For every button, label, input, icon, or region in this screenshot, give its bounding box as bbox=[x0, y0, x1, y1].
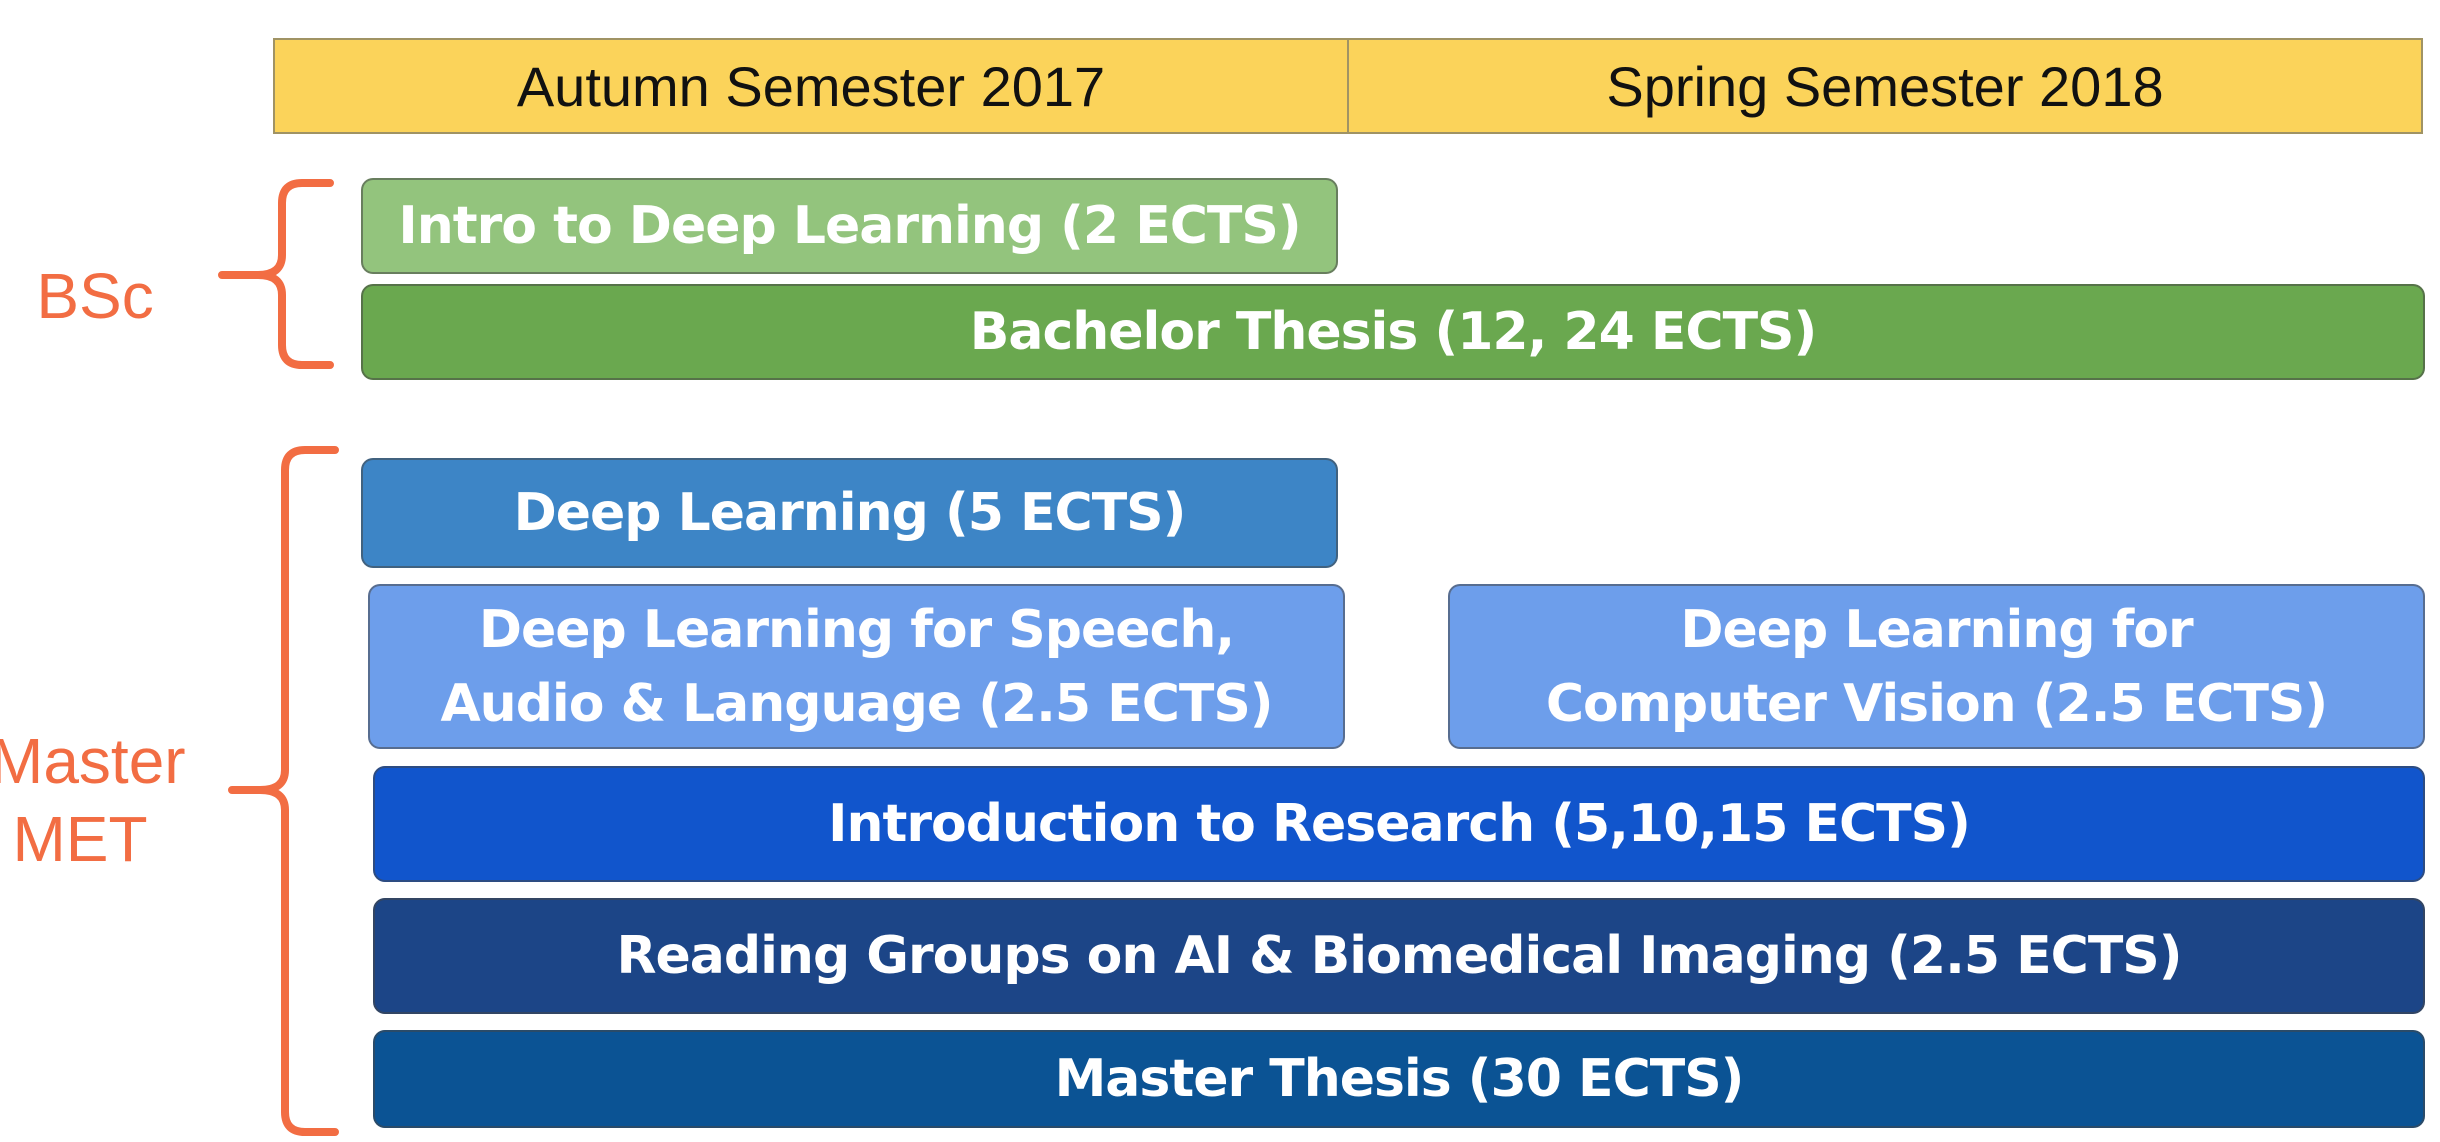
course-deep-learning: Deep Learning (5 ECTS) bbox=[361, 458, 1338, 568]
course-dl-computer-vision: Deep Learning for Computer Vision (2.5 E… bbox=[1448, 584, 2425, 749]
group-label-master: Master MET bbox=[0, 725, 186, 875]
bsc-brace bbox=[218, 179, 334, 369]
master-brace bbox=[228, 446, 339, 1136]
course-master-thesis: Master Thesis (30 ECTS) bbox=[373, 1030, 2425, 1128]
course-introduction-to-research: Introduction to Research (5,10,15 ECTS) bbox=[373, 766, 2425, 882]
group-label-bsc: BSc bbox=[36, 260, 154, 332]
course-reading-groups: Reading Groups on AI & Biomedical Imagin… bbox=[373, 898, 2425, 1014]
course-dl-speech-audio-language: Deep Learning for Speech, Audio & Langua… bbox=[368, 584, 1345, 749]
course-intro-to-deep-learning: Intro to Deep Learning (2 ECTS) bbox=[361, 178, 1338, 274]
course-bachelor-thesis: Bachelor Thesis (12, 24 ECTS) bbox=[361, 284, 2425, 380]
